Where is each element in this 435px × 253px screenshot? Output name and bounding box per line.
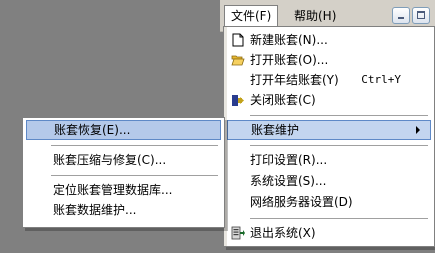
menu-item-label: 退出系统(X)	[250, 226, 316, 240]
menu-item-exit-system[interactable]: 退出系统(X)	[227, 223, 431, 243]
menu-item-print-settings[interactable]: 打印设置(R)...	[227, 150, 431, 170]
open-folder-icon	[231, 53, 245, 67]
maximize-button[interactable]	[412, 7, 430, 24]
submenu-item-compress-repair[interactable]: 账套压缩与修复(C)...	[26, 150, 221, 170]
menu-item-label: 账套维护	[251, 123, 300, 137]
submenu-item-locate-database[interactable]: 定位账套管理数据库...	[26, 180, 221, 200]
menu-item-label: 打印设置(R)...	[250, 153, 328, 167]
menu-item-new-account[interactable]: 新建账套(N)...	[227, 30, 431, 50]
menu-item-shortcut: Ctrl+Y	[361, 73, 401, 86]
maximize-icon	[417, 11, 425, 19]
menu-separator	[250, 145, 428, 146]
minimize-icon	[398, 17, 404, 19]
menu-item-close-account[interactable]: 关闭账套(C)	[227, 90, 431, 110]
minimize-button[interactable]	[392, 7, 410, 24]
menu-help[interactable]: 帮助(H)	[288, 5, 342, 27]
menu-item-system-settings[interactable]: 系统设置(S)...	[227, 171, 431, 191]
account-maintenance-submenu: 账套恢复(E)... 账套压缩与修复(C)... 定位账套管理数据库... 账套…	[22, 117, 225, 228]
menu-item-label: 账套恢复(E)...	[54, 123, 131, 137]
menu-file[interactable]: 文件(F)	[224, 5, 279, 27]
menu-item-label: 系统设置(S)...	[250, 174, 327, 188]
menu-item-open-yearend-account[interactable]: 打开年结账套(Y) Ctrl+Y	[227, 70, 431, 90]
new-document-icon	[231, 33, 245, 47]
menu-item-account-maintenance[interactable]: 账套维护	[227, 120, 431, 140]
menu-separator	[250, 218, 428, 219]
menu-separator	[250, 115, 428, 116]
menu-item-label: 定位账套管理数据库...	[53, 183, 173, 197]
menu-separator	[51, 145, 218, 146]
submenu-arrow-icon	[416, 126, 420, 134]
menu-item-network-server-settings[interactable]: 网络服务器设置(D)	[227, 192, 431, 212]
file-menu: 新建账套(N)... 打开账套(O)... 打开年结账套(Y) Ctrl+Y 关…	[223, 26, 435, 247]
menu-item-open-account[interactable]: 打开账套(O)...	[227, 50, 431, 70]
menu-item-label: 网络服务器设置(D)	[250, 195, 353, 209]
menu-item-label: 账套数据维护...	[53, 203, 137, 217]
menu-item-label: 关闭账套(C)	[250, 93, 316, 107]
exit-icon	[231, 226, 245, 240]
menu-item-label: 打开账套(O)...	[250, 53, 329, 67]
menu-item-label: 新建账套(N)...	[250, 33, 328, 47]
menu-item-label: 打开年结账套(Y)	[250, 73, 339, 87]
close-account-icon	[231, 93, 245, 107]
submenu-item-data-maintenance[interactable]: 账套数据维护...	[26, 200, 221, 220]
menu-item-label: 账套压缩与修复(C)...	[53, 153, 167, 167]
submenu-item-restore-account[interactable]: 账套恢复(E)...	[26, 120, 221, 140]
menu-separator	[51, 175, 218, 176]
